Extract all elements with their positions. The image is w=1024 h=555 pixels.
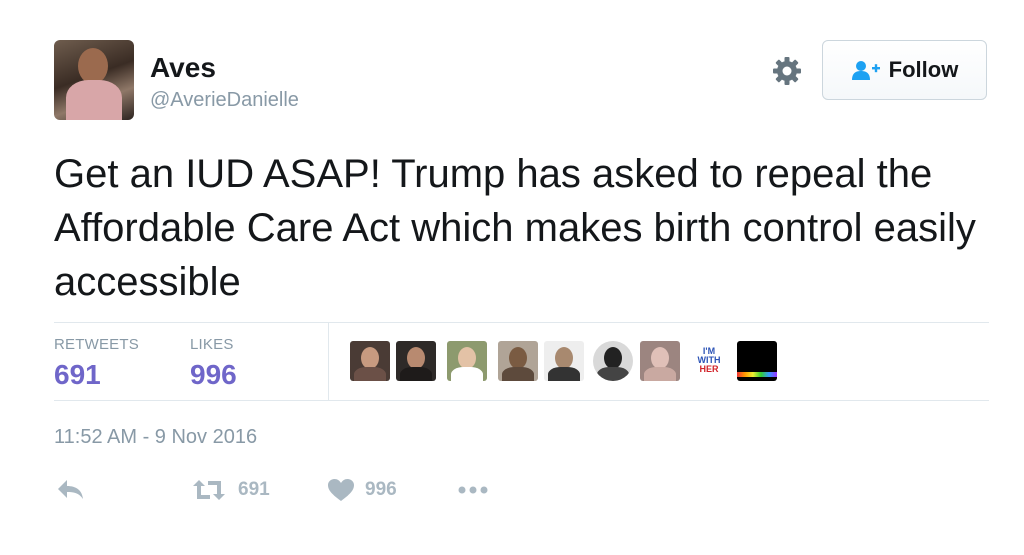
im-with-her-badge[interactable]: I'M WITH HER (689, 341, 729, 381)
liker-avatar[interactable] (498, 341, 538, 381)
like-button[interactable]: 996 (327, 478, 397, 502)
more-button[interactable] (457, 478, 489, 502)
follow-button[interactable]: Follow (822, 40, 987, 100)
liker-avatar[interactable] (640, 341, 680, 381)
author-avatar[interactable] (54, 40, 134, 120)
likes-value: 996 (190, 359, 237, 390)
stats-divider-vertical (328, 322, 329, 400)
gear-icon[interactable] (771, 55, 803, 87)
liker-avatar[interactable] (544, 341, 584, 381)
tweet-timestamp[interactable]: 11:52 AM - 9 Nov 2016 (54, 426, 257, 449)
likes-label: LIKES (190, 336, 234, 353)
liker-avatar[interactable] (350, 341, 390, 381)
reply-icon (58, 480, 83, 499)
liker-avatar[interactable] (737, 341, 777, 381)
avatar-body (66, 80, 122, 120)
retweet-icon (193, 480, 225, 500)
stats-divider-top (54, 322, 989, 323)
retweets-label: RETWEETS (54, 336, 139, 353)
stats-divider-bottom (54, 400, 989, 401)
avatar-face (78, 48, 108, 84)
likes-stat[interactable]: LIKES 996 (190, 336, 237, 391)
reply-button[interactable] (56, 478, 86, 502)
add-user-icon (851, 61, 880, 80)
retweet-count: 691 (238, 479, 270, 500)
retweet-button[interactable]: 691 (190, 478, 270, 502)
liker-avatar[interactable] (593, 341, 633, 381)
heart-icon (328, 479, 354, 501)
retweets-value: 691 (54, 359, 101, 390)
tweet-text: Get an IUD ASAP! Trump has asked to repe… (54, 152, 976, 304)
liker-avatar[interactable] (447, 341, 487, 381)
badge-line-3: HER (699, 364, 719, 374)
liker-avatar[interactable] (396, 341, 436, 381)
author-display-name[interactable]: Aves (150, 52, 216, 84)
like-count: 996 (365, 479, 397, 500)
more-icon (458, 486, 488, 494)
author-handle[interactable]: @AverieDanielle (150, 89, 299, 112)
follow-button-label: Follow (888, 57, 959, 82)
retweets-stat[interactable]: RETWEETS 691 (54, 336, 139, 391)
